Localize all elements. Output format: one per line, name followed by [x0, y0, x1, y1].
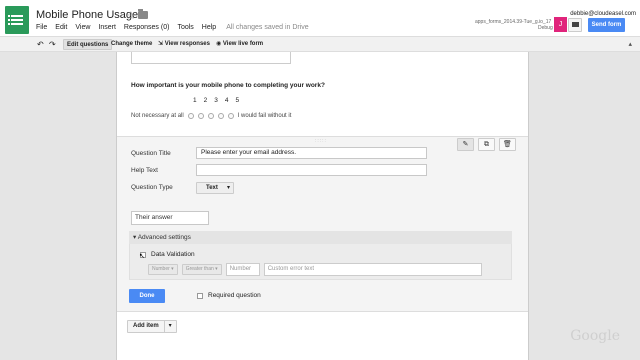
question-type-select[interactable]: Text: [196, 182, 234, 194]
user-email[interactable]: debbie@cloudeasel.com: [570, 11, 636, 17]
chevron-down-icon[interactable]: ▾: [165, 321, 176, 332]
add-item-label: Add item: [128, 321, 165, 332]
required-question-row: Required question: [197, 292, 261, 299]
google-watermark: Google: [570, 328, 620, 344]
advanced-settings-toggle[interactable]: ▾ Advanced settings: [129, 231, 512, 244]
scale-radio-3[interactable]: [207, 113, 214, 119]
collapse-header-icon[interactable]: ▴: [628, 40, 632, 48]
scale-question-title[interactable]: How important is your mobile phone to co…: [131, 82, 325, 89]
answer-preview-field: Their answer: [131, 211, 209, 225]
data-validation-label: Data Validation: [151, 251, 195, 258]
menu-help[interactable]: Help: [202, 24, 216, 31]
validation-type-label: Number: [152, 266, 170, 272]
menu-view[interactable]: View: [75, 24, 90, 31]
view-live-form-button[interactable]: ◉ View live form: [213, 39, 266, 50]
app-header: Mobile Phone Usage ☆ File Edit View Inse…: [0, 0, 640, 36]
scale-number: 5: [235, 97, 240, 104]
validation-type-select[interactable]: Number ▾: [148, 264, 178, 275]
send-form-button[interactable]: Send form: [588, 18, 625, 32]
triangle-down-icon: ▾: [133, 234, 137, 241]
data-validation-row: Data Validation: [140, 251, 195, 258]
required-question-label: Required question: [208, 292, 261, 299]
comment-icon: [572, 22, 579, 27]
validation-condition-label: Greater than: [185, 266, 214, 272]
menu-responses[interactable]: Responses (0): [124, 24, 170, 31]
validation-controls: Number ▾ Greater than ▾ Number Custom er…: [148, 263, 482, 276]
question-edit-card: ::::: ✎ ⧉ 🗑 Question Title Please enter …: [117, 136, 528, 312]
debug-label: Debug: [538, 25, 553, 31]
edit-pencil-icon[interactable]: ✎: [457, 138, 474, 151]
add-item-button[interactable]: Add item ▾: [127, 320, 177, 333]
redo-icon[interactable]: ↷: [46, 39, 59, 50]
help-text-label: Help Text: [131, 167, 158, 174]
view-live-form-label: View live form: [222, 41, 264, 47]
advanced-settings-panel: Data Validation ↖ Number ▾ Greater than …: [129, 244, 512, 280]
scale-number: 3: [214, 97, 218, 104]
question-type-label: Question Type: [131, 184, 173, 191]
validation-condition-select[interactable]: Greater than ▾: [181, 264, 222, 275]
scale-options: Not necessary at all I would fail withou…: [131, 113, 291, 119]
menu-bar: File Edit View Insert Responses (0) Tool…: [36, 24, 309, 31]
menu-file[interactable]: File: [36, 24, 47, 31]
card-tools: ✎ ⧉ 🗑: [457, 138, 516, 151]
forms-logo-icon[interactable]: [5, 6, 29, 34]
delete-trash-icon[interactable]: 🗑: [499, 138, 516, 151]
star-icon[interactable]: ☆: [126, 9, 136, 22]
scale-radio-2[interactable]: [197, 113, 204, 119]
menu-insert[interactable]: Insert: [98, 24, 116, 31]
drag-handle-icon[interactable]: :::::: [315, 138, 327, 144]
required-checkbox[interactable]: [197, 292, 203, 299]
form-canvas: How important is your mobile phone to co…: [116, 52, 529, 360]
question-title-label: Question Title: [131, 150, 171, 157]
scale-number: 4: [224, 97, 229, 104]
duplicate-icon[interactable]: ⧉: [478, 138, 495, 151]
menu-edit[interactable]: Edit: [55, 24, 67, 31]
toolbar: ↶ ↷ Edit questions Change theme ⇲ View r…: [0, 36, 640, 52]
change-theme-button[interactable]: Change theme: [108, 39, 155, 50]
validation-number-input[interactable]: Number: [225, 263, 260, 276]
scale-radio-1[interactable]: [187, 113, 194, 119]
edit-questions-button[interactable]: Edit questions: [63, 39, 113, 50]
advanced-settings-label: Advanced settings: [137, 234, 191, 241]
question-title-input[interactable]: Please enter your email address.: [196, 147, 427, 159]
done-button[interactable]: Done: [129, 289, 165, 303]
custom-error-input[interactable]: Custom error text: [263, 263, 482, 276]
view-responses-button[interactable]: ⇲ View responses: [155, 39, 213, 50]
save-status: All changes saved in Drive: [226, 24, 309, 31]
scale-number: 2: [203, 97, 208, 104]
comments-button[interactable]: [568, 18, 582, 32]
folder-icon[interactable]: [138, 9, 148, 19]
view-responses-label: View responses: [164, 41, 210, 47]
mouse-cursor-icon: ↖: [139, 253, 145, 260]
avatar[interactable]: J: [554, 17, 567, 32]
scale-numbers: 1 2 3 4 5: [193, 97, 239, 104]
help-text-input[interactable]: [196, 164, 427, 176]
scale-radio-5[interactable]: [227, 113, 234, 119]
menu-tools[interactable]: Tools: [177, 24, 193, 31]
scale-radio-4[interactable]: [217, 113, 224, 119]
undo-icon[interactable]: ↶: [34, 39, 47, 50]
document-title[interactable]: Mobile Phone Usage: [36, 9, 138, 21]
scale-low-label: Not necessary at all: [131, 113, 184, 119]
scale-number: 1: [193, 97, 197, 104]
scale-high-label: I would fail without it: [237, 113, 292, 119]
previous-item-box[interactable]: [131, 52, 291, 64]
